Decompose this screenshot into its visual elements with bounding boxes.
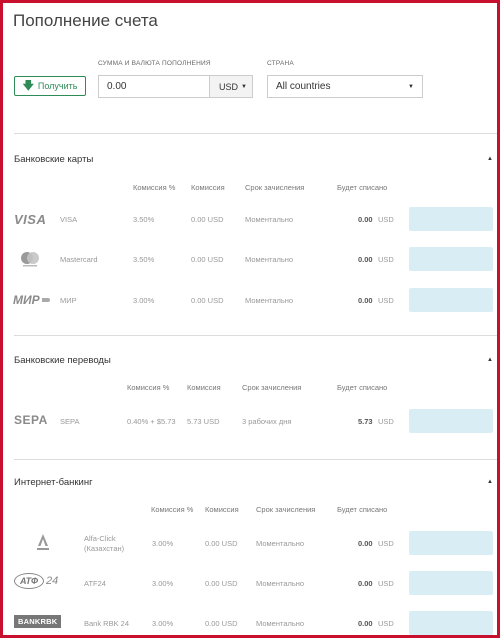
column-term: Срок зачисления: [256, 505, 316, 514]
atf-logo: АТФ 24: [14, 573, 58, 589]
column-commission-pct: Комиссия %: [151, 505, 194, 514]
term: Моментально: [256, 619, 305, 628]
method-name: Bank RBK 24: [84, 619, 130, 628]
commission: 0.00 USD: [205, 579, 238, 588]
collapse-icon[interactable]: ▲: [487, 156, 493, 162]
debited-amount: 0.00: [358, 296, 373, 305]
column-commission: Комиссия: [205, 505, 239, 514]
commission-pct: 3.00%: [152, 539, 174, 548]
debited-amount: 0.00: [358, 255, 373, 264]
commission-pct: 3.00%: [152, 619, 174, 628]
amount-input[interactable]: [98, 75, 210, 98]
deposit-button[interactable]: [409, 288, 493, 312]
method-name: Alfa-Click (Казахстан): [84, 534, 125, 553]
chevron-down-icon: ▼: [241, 83, 247, 90]
commission-pct: 3.50%: [133, 255, 155, 264]
debited-amount: 5.73: [358, 417, 373, 426]
commission: 0.00 USD: [191, 255, 224, 264]
divider: [14, 335, 497, 336]
deposit-button[interactable]: [409, 207, 493, 231]
page-title: Пополнение счета: [13, 11, 158, 30]
alfa-logo: [36, 533, 50, 551]
deposit-button[interactable]: [409, 531, 493, 555]
column-commission-pct: Комиссия %: [127, 383, 170, 392]
debited-amount: 0.00: [358, 579, 373, 588]
collapse-icon[interactable]: ▲: [487, 479, 493, 485]
country-label: СТРАНА: [267, 60, 294, 67]
section-title-transfers: Банковские переводы: [14, 355, 111, 366]
term: Моментально: [245, 296, 294, 305]
receive-button[interactable]: 🡇 Получить: [14, 76, 86, 96]
commission: 5.73 USD: [187, 417, 220, 426]
debited-amount: 0.00: [358, 619, 373, 628]
commission: 0.00 USD: [205, 619, 238, 628]
column-debited: Будет списано: [337, 183, 388, 192]
amount-label: СУММА И ВАЛЮТА ПОПОЛНЕНИЯ: [98, 60, 211, 67]
commission-pct: 3.00%: [133, 296, 155, 305]
sepa-logo: SEPA: [14, 413, 48, 427]
deposit-button[interactable]: [409, 611, 493, 635]
term: Моментально: [245, 255, 294, 264]
debited-currency: USD: [378, 417, 394, 426]
commission: 0.00 USD: [191, 296, 224, 305]
commission-pct: 3.50%: [133, 215, 155, 224]
deposit-button[interactable]: [409, 409, 493, 433]
debited-amount: 0.00: [358, 539, 373, 548]
commission-pct: 3.00%: [152, 579, 174, 588]
commission-pct: 0.40% + $5.73: [127, 417, 176, 426]
chevron-down-icon: ▼: [408, 83, 414, 90]
debited-currency: USD: [378, 215, 394, 224]
method-name: ATF24: [84, 579, 106, 588]
debited-currency: USD: [378, 296, 394, 305]
mir-logo: МИР: [13, 293, 50, 307]
column-commission-pct: Комиссия %: [133, 183, 176, 192]
country-select[interactable]: All countries ▼: [267, 75, 423, 98]
bankrbk-logo: BANKRBK: [14, 615, 62, 628]
debited-currency: USD: [378, 619, 394, 628]
method-name: МИР: [60, 296, 77, 305]
column-commission: Комиссия: [191, 183, 225, 192]
divider: [14, 133, 497, 134]
visa-logo: VISA: [14, 212, 47, 227]
page-frame: Пополнение счета 🡇 Получить СУММА И ВАЛЮ…: [0, 0, 500, 638]
section-title-internet-banking: Интернет-банкинг: [14, 477, 93, 488]
column-debited: Будет списано: [337, 383, 388, 392]
divider: [14, 459, 497, 460]
column-term: Срок зачисления: [242, 383, 302, 392]
column-commission: Комиссия: [187, 383, 221, 392]
collapse-icon[interactable]: ▲: [487, 357, 493, 363]
mastercard-logo: [18, 250, 42, 268]
commission: 0.00 USD: [205, 539, 238, 548]
section-title-cards: Банковские карты: [14, 154, 94, 165]
download-icon: 🡇: [22, 79, 34, 92]
currency-select[interactable]: USD ▼: [209, 75, 253, 98]
term: Моментально: [256, 579, 305, 588]
debited-currency: USD: [378, 255, 394, 264]
method-name: SEPA: [60, 417, 80, 426]
debited-currency: USD: [378, 539, 394, 548]
term: 3 рабочих дня: [242, 417, 292, 426]
term: Моментально: [256, 539, 305, 548]
deposit-button[interactable]: [409, 247, 493, 271]
column-debited: Будет списано: [337, 505, 388, 514]
currency-value: USD: [219, 81, 239, 92]
debited-amount: 0.00: [358, 215, 373, 224]
debited-currency: USD: [378, 579, 394, 588]
receive-button-label: Получить: [37, 81, 78, 91]
country-value: All countries: [276, 81, 331, 92]
method-name: VISA: [60, 215, 78, 224]
deposit-button[interactable]: [409, 571, 493, 595]
commission: 0.00 USD: [191, 215, 224, 224]
method-name: Mastercard: [60, 255, 98, 264]
column-term: Срок зачисления: [245, 183, 305, 192]
term: Моментально: [245, 215, 294, 224]
